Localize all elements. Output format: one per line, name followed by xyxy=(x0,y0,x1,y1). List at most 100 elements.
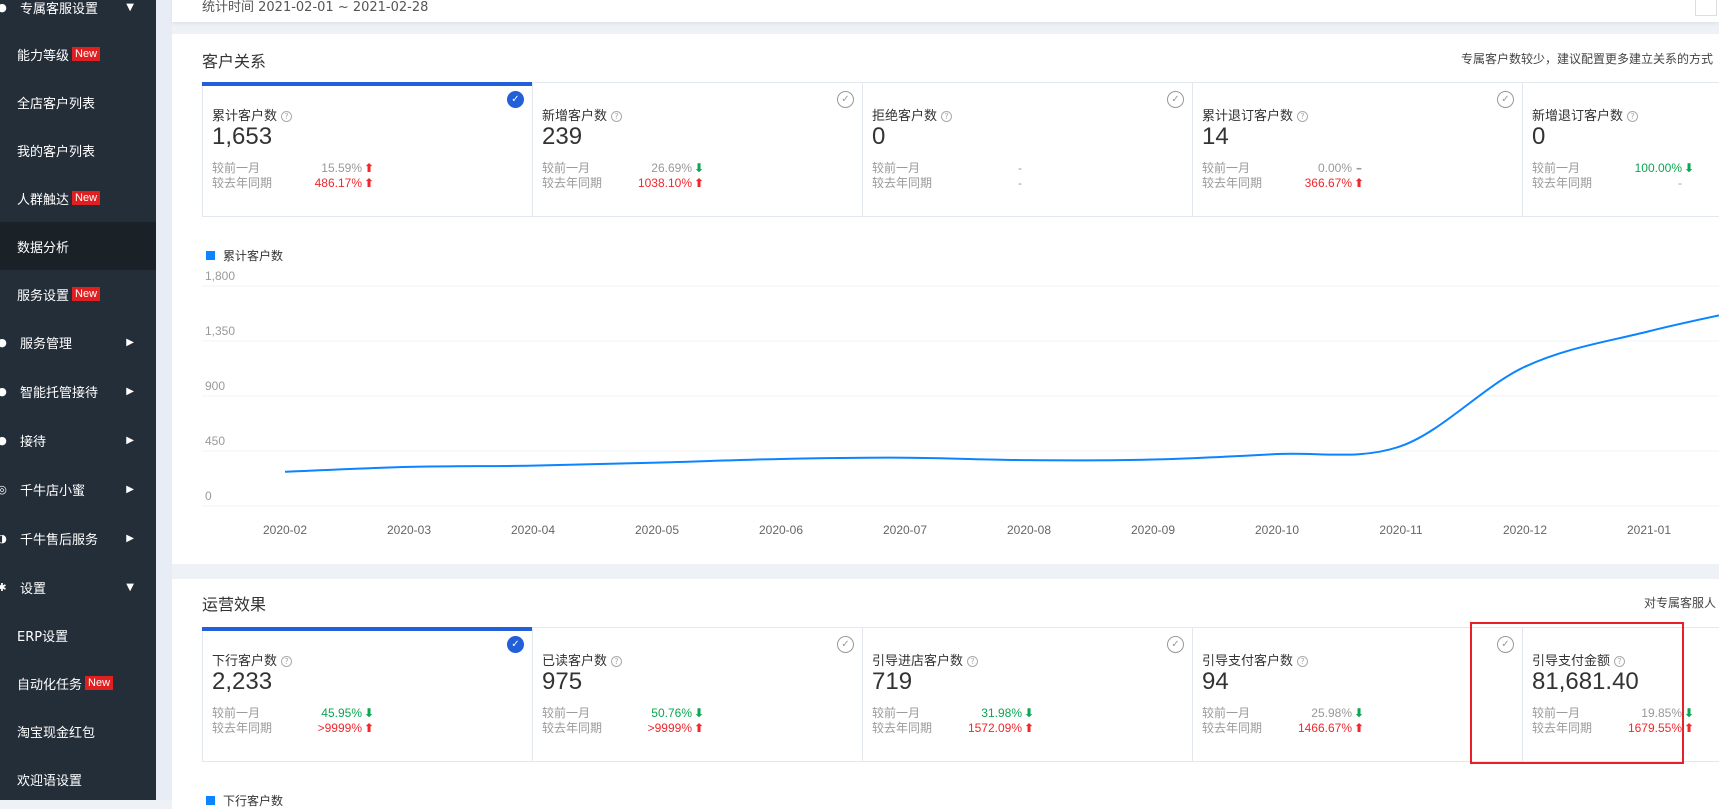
operations-hint[interactable]: 对专属客服人 xyxy=(1644,594,1716,611)
section-title-operations: 运营效果 xyxy=(202,595,267,614)
bell-icon: ● xyxy=(0,335,7,349)
operations-chart-legend[interactable]: 下行客户数 xyxy=(206,792,283,809)
help-icon[interactable]: ? xyxy=(611,111,623,122)
help-icon[interactable]: ? xyxy=(611,656,623,667)
data-point[interactable] xyxy=(403,461,415,473)
help-icon[interactable]: ? xyxy=(1627,111,1639,122)
data-point[interactable] xyxy=(1519,361,1531,373)
compare-year-value: - xyxy=(1018,176,1022,190)
compare-year-value: 486.17% xyxy=(314,176,362,190)
metric-card[interactable]: ✓ 累计退订客户数? 14 较前一月 0.00% – 较去年同期 366.67% ⬆ xyxy=(1192,83,1522,216)
gutter xyxy=(156,0,172,800)
down-arrow-icon: ⬇ xyxy=(1683,161,1695,175)
help-icon[interactable]: ? xyxy=(281,656,293,667)
sidebar-group-0[interactable]: ● 专属客服设置 ▼ xyxy=(0,0,156,31)
sidebar-item-label: 淘宝现金红包 xyxy=(17,725,96,741)
bot-icon: ◎ xyxy=(0,482,7,496)
sidebar-group-6[interactable]: ✱ 设置 ▼ xyxy=(0,563,156,611)
down-arrow-icon: ⬇ xyxy=(1353,706,1365,720)
metric-label: 引导进店客户数? xyxy=(872,650,979,669)
compare-year: 较去年同期 - xyxy=(1532,174,1696,191)
sidebar-group-label: 专属客服设置 xyxy=(20,1,99,17)
sidebar-item-3[interactable]: 人群触达 New xyxy=(0,174,156,222)
sidebar-item-6[interactable]: ERP设置 xyxy=(0,611,156,659)
metric-card[interactable]: ✓ 已读客户数? 975 较前一月 50.76% ⬇ 较去年同期 >9999% ⬆ xyxy=(532,628,862,761)
caret-right-icon: ▶ xyxy=(126,434,134,446)
check-icon[interactable]: ✓ xyxy=(1497,91,1514,108)
up-arrow-icon: ⬆ xyxy=(1023,721,1035,735)
data-point[interactable] xyxy=(279,466,291,478)
metric-label: 累计退订客户数? xyxy=(1202,105,1309,124)
data-point[interactable] xyxy=(899,452,911,464)
chart-legend[interactable]: 累计客户数 xyxy=(206,247,283,264)
data-point[interactable] xyxy=(651,457,663,469)
data-point[interactable] xyxy=(1271,448,1283,460)
metric-card[interactable]: ✓ 引导进店客户数? 719 较前一月 31.98% ⬇ 较去年同期 1572.09% ⬆ xyxy=(862,628,1192,761)
sidebar-item-7[interactable]: 自动化任务 New xyxy=(0,659,156,707)
data-point[interactable] xyxy=(1395,440,1407,452)
sidebar-item-label: 服务设置 xyxy=(17,288,70,304)
metric-label-text: 累计退订客户数 xyxy=(1202,109,1294,124)
sidebar-item-1[interactable]: 全店客户列表 xyxy=(0,78,156,126)
x-tick-label: 2020-09 xyxy=(1131,523,1175,537)
sidebar-item-label: 全店客户列表 xyxy=(17,96,96,112)
check-icon[interactable]: ✓ xyxy=(837,636,854,653)
help-icon[interactable]: ? xyxy=(1297,656,1309,667)
sidebar-item-label: 人群触达 xyxy=(17,192,70,208)
sidebar-item-8[interactable]: 淘宝现金红包 xyxy=(0,707,156,755)
robot-icon: ● xyxy=(0,384,7,398)
series-line xyxy=(284,314,1719,473)
metric-card[interactable]: ✓ 新增客户数? 239 较前一月 26.69% ⬇ 较去年同期 1038.10% ⬆ xyxy=(532,83,862,216)
help-icon[interactable]: ? xyxy=(967,656,979,667)
metric-label: 下行客户数? xyxy=(212,650,293,669)
sidebar-item-label: 自动化任务 xyxy=(17,677,83,693)
sidebar-item-4[interactable]: 数据分析 xyxy=(0,222,156,270)
check-icon[interactable]: ✓ xyxy=(1167,636,1184,653)
compare-month-value: 50.76% xyxy=(651,706,692,720)
data-point[interactable] xyxy=(1643,325,1655,337)
sidebar-group-4[interactable]: ◎ 千牛店小蜜 ▶ xyxy=(0,465,156,513)
x-tick-label: 2020-03 xyxy=(387,523,431,537)
compare-month-value: 45.95% xyxy=(321,706,362,720)
sidebar-item-9[interactable]: 欢迎语设置 xyxy=(0,755,156,803)
caret-right-icon: ▶ xyxy=(126,532,134,544)
legend-label: 累计客户数 xyxy=(223,249,284,263)
compare-year: 较去年同期 - xyxy=(872,174,1036,191)
sidebar-item-5[interactable]: 服务设置 New xyxy=(0,270,156,318)
sidebar-group-2[interactable]: ● 智能托管接待 ▶ xyxy=(0,367,156,415)
sidebar-group-label: 智能托管接待 xyxy=(20,385,99,401)
new-badge: New xyxy=(72,47,101,61)
check-icon[interactable]: ✓ xyxy=(1167,91,1184,108)
metric-card[interactable]: ✓ 下行客户数? 2,233 较前一月 45.95% ⬇ 较去年同期 >9999% ⬆ xyxy=(202,627,532,761)
x-tick-label: 2021-01 xyxy=(1627,523,1671,537)
new-badge: New xyxy=(72,287,101,301)
check-icon[interactable]: ✓ xyxy=(837,91,854,108)
compare-year-value: 1466.67% xyxy=(1297,721,1352,735)
data-point[interactable] xyxy=(775,453,787,465)
check-icon[interactable]: ✓ xyxy=(507,636,524,653)
date-picker-button[interactable] xyxy=(1695,0,1717,16)
compare-year: 较去年同期 1466.67% ⬆ xyxy=(1202,719,1366,736)
sidebar-group-1[interactable]: ● 服务管理 ▶ xyxy=(0,318,156,366)
metric-card[interactable]: ✓ 拒绝客户数? 0 较前一月 - 较去年同期 - xyxy=(862,83,1192,216)
y-tick-label: 1,350 xyxy=(205,324,235,338)
sidebar-group-3[interactable]: ● 接待 ▶ xyxy=(0,416,156,464)
metric-label-text: 新增退订客户数 xyxy=(1532,109,1624,124)
sidebar-item-2[interactable]: 我的客户列表 xyxy=(0,126,156,174)
up-arrow-icon: ⬆ xyxy=(693,176,705,190)
customer-relations-hint[interactable]: 专属客户数较少，建议配置更多建立关系的方式 xyxy=(1461,50,1713,67)
sidebar-item-0[interactable]: 能力等级 New xyxy=(0,30,156,78)
x-tick-label: 2020-12 xyxy=(1503,523,1547,537)
data-point[interactable] xyxy=(527,460,539,472)
metric-card[interactable]: ✓新增退订客户数?0较前一月100.00%⬇较去年同期- xyxy=(1522,83,1719,216)
new-badge: New xyxy=(72,191,101,205)
data-point[interactable] xyxy=(1023,454,1035,466)
metric-card[interactable]: ✓ 累计客户数? 1,653 较前一月 15.59% ⬆ 较去年同期 486.17% ⬆ xyxy=(202,82,532,216)
help-icon[interactable]: ? xyxy=(281,111,293,122)
check-icon[interactable]: ✓ xyxy=(507,91,524,108)
sidebar-group-5[interactable]: ◑ 千牛售后服务 ▶ xyxy=(0,514,156,562)
data-point[interactable] xyxy=(1147,454,1159,466)
help-icon[interactable]: ? xyxy=(1297,111,1309,122)
sidebar-item-label: 能力等级 xyxy=(17,48,70,64)
help-icon[interactable]: ? xyxy=(941,111,953,122)
